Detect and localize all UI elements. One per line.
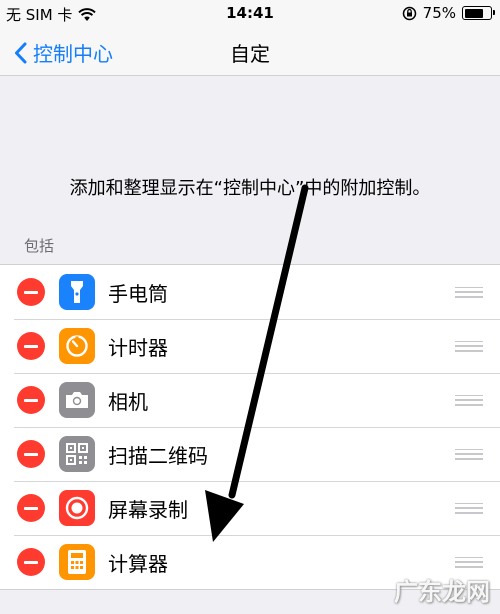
remove-button[interactable] [17,278,45,306]
list-item: 相机 [0,373,500,427]
page-title: 自定 [230,42,270,66]
flashlight-icon [59,274,95,310]
reorder-handle[interactable] [455,556,483,568]
item-label: 相机 [108,389,148,414]
list-item: 屏幕录制 [0,481,500,535]
screen-record-icon [59,490,95,526]
item-label: 手电筒 [108,281,168,306]
list-item: 手电筒 [0,265,500,319]
list-item: 扫描二维码 [0,427,500,481]
reorder-handle[interactable] [455,502,483,514]
remove-button[interactable] [17,548,45,576]
item-label: 计算器 [108,551,168,576]
battery-icon [462,6,495,20]
nav-bar: 控制中心 自定 [0,26,500,76]
battery-percent: 75% [422,4,456,22]
reorder-handle[interactable] [455,286,483,298]
calculator-icon [59,544,95,580]
reorder-handle[interactable] [455,448,483,460]
remove-button[interactable] [17,440,45,468]
watermark-text: 广东龙网 [394,578,490,606]
description-text: 添加和整理显示在“控制中心”中的附加控制。 [69,178,431,199]
reorder-handle[interactable] [455,394,483,406]
remove-button[interactable] [17,494,45,522]
qr-code-icon [59,436,95,472]
included-controls-list: 手电筒 计时器 相机 扫描二维码 屏幕录制 计算器 [0,264,500,590]
camera-icon [59,382,95,418]
section-header: 包括 [24,237,55,255]
status-right: 75% [402,4,495,22]
item-label: 扫描二维码 [108,443,208,468]
remove-button[interactable] [17,332,45,360]
list-item: 计时器 [0,319,500,373]
rotation-lock-icon [402,6,416,20]
remove-button[interactable] [17,386,45,414]
item-label: 屏幕录制 [108,497,188,522]
timer-icon [59,328,95,364]
reorder-handle[interactable] [455,340,483,352]
item-label: 计时器 [108,335,168,360]
status-bar: 无 SIM 卡 14:41 75% [0,0,500,26]
battery-fill [464,8,484,18]
